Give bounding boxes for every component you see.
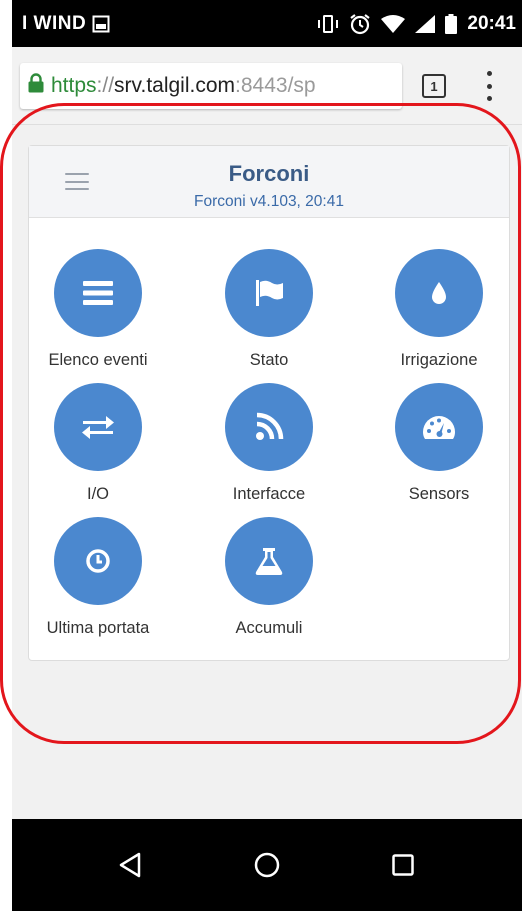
status-bar: I WIND 20:41 (12, 0, 522, 47)
tile-sensors[interactable]: Sensors (359, 383, 519, 504)
tile-label: Interfacce (232, 485, 306, 503)
url-path: :8443/sp (235, 73, 316, 97)
clock-icon[interactable] (54, 517, 142, 605)
wifi-icon (381, 14, 406, 33)
tile-io[interactable]: I/O (18, 383, 178, 504)
recent-square-icon (392, 854, 414, 876)
tile-stato[interactable]: Stato (189, 249, 349, 370)
browser-toolbar: https://srv.talgil.com:8443/sp 1 (12, 47, 522, 125)
image-notification-icon (92, 15, 110, 33)
tile-elenco-eventi[interactable]: Elenco eventi (18, 249, 178, 370)
water-drop-icon[interactable] (395, 249, 483, 337)
main-card: Forconi Forconi v4.103, 20:41 Elenco eve… (28, 145, 510, 661)
tile-label: Accumuli (235, 619, 303, 637)
tile-irrigazione[interactable]: Irrigazione (359, 249, 519, 370)
gauge-icon[interactable] (395, 383, 483, 471)
back-button[interactable] (114, 849, 146, 881)
recent-apps-button[interactable] (387, 849, 419, 881)
tile-label: I/O (86, 485, 109, 503)
tile-accumuli[interactable]: Accumuli (189, 517, 349, 638)
page-title: Forconi (228, 161, 310, 186)
browser-menu-button[interactable] (484, 71, 494, 101)
tile-ultima-portata[interactable]: Ultima portata (18, 517, 178, 638)
menu-dot-icon (486, 96, 492, 101)
phone-screen: I WIND 20:41 https:// srv.talgil.com:8… (0, 0, 522, 911)
url-separator: :// (96, 73, 115, 97)
vibrate-icon (317, 14, 339, 34)
url-bar[interactable]: https://srv.talgil.com:8443/sp (20, 62, 402, 109)
url-scheme: https (51, 73, 97, 97)
menu-dot-icon (486, 71, 492, 76)
tile-interfacce[interactable]: Interfacce (189, 383, 349, 504)
tile-label: Sensors (408, 485, 470, 503)
card-header: Forconi Forconi v4.103, 20:41 (29, 146, 509, 218)
url-host: srv.talgil.com (114, 73, 236, 97)
tile-label: Elenco eventi (48, 351, 148, 369)
tile-label: Irrigazione (400, 351, 478, 369)
tab-switcher-button[interactable]: 1 (422, 74, 446, 98)
lock-icon (28, 72, 44, 99)
list-icon[interactable] (54, 249, 142, 337)
home-circle-icon (254, 852, 280, 878)
alarm-icon (349, 13, 371, 35)
battery-icon (445, 13, 458, 34)
flask-icon[interactable] (225, 517, 313, 605)
status-time: 20:41 (467, 12, 516, 34)
menu-dot-icon (486, 83, 492, 89)
back-triangle-icon (119, 852, 141, 878)
tile-label: Ultima portata (46, 619, 150, 637)
signal-icon (415, 14, 436, 33)
home-button[interactable] (251, 849, 283, 881)
page-subtitle: Forconi v4.103, 20:41 (194, 193, 344, 210)
system-nav-bar (12, 819, 522, 911)
carrier-name: I WIND (22, 12, 87, 34)
flag-icon[interactable] (225, 249, 313, 337)
tile-label: Stato (249, 351, 289, 369)
rss-feed-icon[interactable] (225, 383, 313, 471)
exchange-arrows-icon[interactable] (54, 383, 142, 471)
web-page: Forconi Forconi v4.103, 20:41 Elenco eve… (12, 125, 522, 819)
